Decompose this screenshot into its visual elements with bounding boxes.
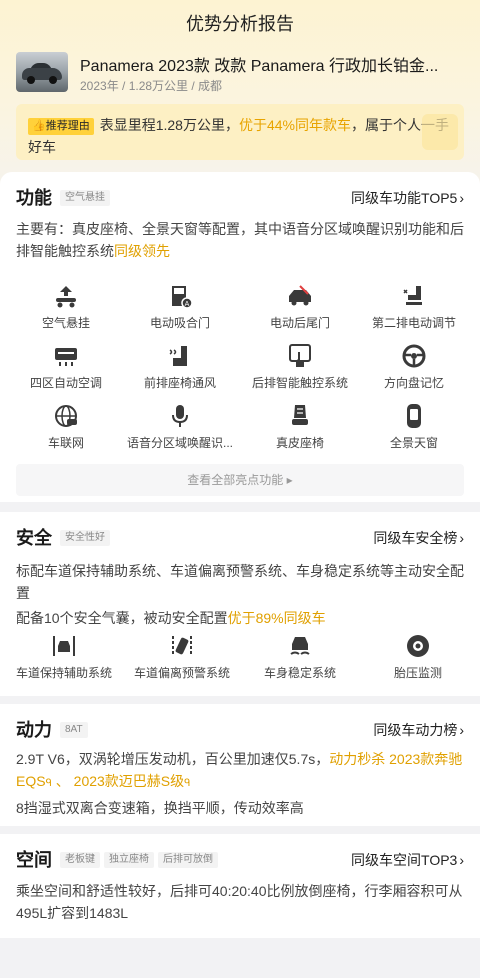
seat-ventilation-icon: [169, 346, 187, 366]
feature-item[interactable]: 四区自动空调: [6, 342, 126, 391]
power-title: 动力: [16, 720, 52, 740]
feature-item[interactable]: 车道保持辅助系统: [4, 632, 124, 681]
feature-item[interactable]: 真皮座椅: [240, 402, 360, 451]
feature-item[interactable]: 车道偏离预警系统: [122, 632, 242, 681]
decorative-logo-icon: [422, 114, 458, 150]
leather-seat-icon: [292, 405, 308, 425]
power-rank-link[interactable]: 同级车动力榜 ›: [373, 720, 464, 740]
reason-text: 表显里程1.28万公里，: [99, 117, 239, 133]
function-rank-link[interactable]: 同级车功能TOP5 ›: [351, 188, 464, 208]
function-tag: 空气悬挂: [60, 190, 110, 206]
function-title: 功能: [16, 188, 52, 208]
feature-item[interactable]: 车联网: [6, 402, 126, 451]
feature-item[interactable]: 第二排电动调节: [354, 282, 474, 331]
space-desc: 乘坐空间和舒适性较好，后排可40:20:40比例放倒座椅，行李厢容积可从 495…: [16, 883, 463, 921]
power-card: 动力 8AT 同级车动力榜 › 2.9T V6，双涡轮增压发动机，百公里加速仅5.…: [0, 704, 480, 826]
panoramic-roof-icon: [407, 404, 421, 428]
connected-car-icon: [55, 405, 77, 427]
feature-item[interactable]: A 电动吸合门: [120, 282, 240, 331]
steering-wheel-icon: [402, 344, 426, 368]
soft-close-door-icon: A: [172, 286, 193, 309]
car-summary[interactable]: Panamera 2023款 改款 Panamera 行政加长铂金... 202…: [16, 52, 464, 94]
feature-item[interactable]: 空气悬挂: [6, 282, 126, 331]
triangle-right-icon: ▸: [286, 473, 293, 487]
safety-card: 安全 安全性好 同级车安全榜 › 标配车道保持辅助系统、车道偏离预警系统、车身稳定…: [0, 512, 480, 696]
car-meta: 2023年 / 1.28万公里 / 成都: [80, 79, 223, 93]
feature-item[interactable]: 前排座椅通风: [120, 342, 240, 391]
page-title: 优势分析报告: [186, 14, 294, 34]
stability-control-icon: [290, 637, 310, 655]
climate-control-icon: [55, 348, 77, 366]
space-card: 空间 老板键 独立座椅 后排可放倒 同级车空间TOP3 › 乘坐空间和舒适性较好，…: [0, 834, 480, 938]
lane-departure-icon: [172, 636, 192, 656]
air-suspension-icon: [56, 286, 76, 308]
chevron-right-icon: ›: [459, 190, 464, 206]
report-header: 优势分析报告 Panamera 2023款 改款 Panamera 行政加长铂金…: [0, 0, 480, 184]
function-card: 功能 空气悬挂 同级车功能TOP5 › 主要有：真皮座椅、全景天窗等配置，其中语音…: [0, 172, 480, 502]
recommend-reason-badge: 👍推荐理由: [28, 118, 94, 135]
feature-item[interactable]: 语音分区域唤醒识...: [120, 402, 240, 451]
feature-item[interactable]: 车身稳定系统: [240, 632, 360, 681]
power-desc: 2.9T V6，双涡轮增压发动机，百公里加速仅5.7s，动力秒杀 2023款奔驰…: [16, 751, 463, 816]
feature-item[interactable]: 全景天窗: [354, 402, 474, 451]
space-rank-link[interactable]: 同级车空间TOP3 ›: [351, 850, 464, 870]
power-tailgate-icon: [289, 285, 311, 306]
recommend-reason: 👍推荐理由 表显里程1.28万公里，优于44%同年款车，属于个人一手好车: [16, 104, 464, 160]
power-tag: 8AT: [60, 722, 88, 738]
function-desc: 主要有：真皮座椅、全景天窗等配置，其中语音分区域唤醒识别功能和后排智能触控系统同…: [16, 221, 464, 259]
search-icon: ᑫ: [184, 778, 191, 789]
safety-desc: 标配车道保持辅助系统、车道偏离预警系统、车身稳定系统等主动安全配置 配备10个安…: [16, 563, 464, 626]
safety-rank-link[interactable]: 同级车安全榜 ›: [373, 528, 464, 548]
maybach-link[interactable]: 2023款迈巴赫S级: [74, 773, 184, 789]
safety-tag: 安全性好: [60, 530, 110, 546]
car-thumbnail: [16, 52, 68, 92]
reason-highlight: 优于44%同年款车: [238, 117, 351, 133]
eqs-link[interactable]: EQS: [16, 773, 46, 789]
tire-pressure-icon: [407, 635, 429, 657]
chevron-right-icon: ›: [459, 852, 464, 868]
feature-item[interactable]: 后排智能触控系统: [240, 342, 360, 391]
safety-title: 安全: [16, 528, 52, 548]
chevron-right-icon: ›: [459, 722, 464, 738]
space-title: 空间: [16, 850, 52, 870]
microphone-icon: [172, 405, 188, 427]
feature-item[interactable]: 方向盘记忆: [354, 342, 474, 391]
car-name: Panamera 2023款 改款 Panamera 行政加长铂金...: [80, 58, 439, 75]
second-row-seat-icon: [403, 286, 422, 305]
svg-text:A: A: [185, 301, 190, 308]
feature-item[interactable]: 胎压监测: [358, 632, 478, 681]
space-tag: 独立座椅: [104, 852, 154, 868]
space-tag: 老板键: [60, 852, 100, 868]
thumbs-up-icon: 👍: [32, 120, 46, 132]
chevron-right-icon: ›: [459, 530, 464, 546]
space-tag: 后排可放倒: [158, 852, 218, 868]
touch-control-icon: [289, 344, 311, 367]
view-all-features-button[interactable]: 查看全部亮点功能 ▸: [16, 464, 464, 496]
lane-keep-icon: [53, 636, 75, 656]
feature-item[interactable]: 电动后尾门: [240, 282, 360, 331]
